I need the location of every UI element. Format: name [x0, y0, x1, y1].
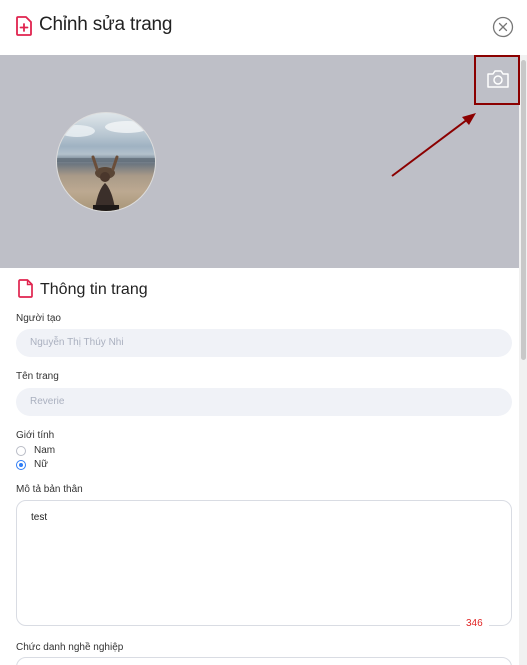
- gender-label: Giới tính: [16, 430, 55, 441]
- close-circle-icon[interactable]: [492, 16, 514, 38]
- page-name-field[interactable]: Reverie: [16, 388, 512, 416]
- gender-option-label: Nữ: [34, 459, 48, 470]
- annotation-arrow: [391, 113, 476, 177]
- radio-nu[interactable]: [16, 460, 26, 470]
- page-icon: [18, 279, 33, 298]
- radio-nam[interactable]: [16, 446, 26, 456]
- job-title-field[interactable]: [16, 657, 512, 665]
- modal-title: Chỉnh sửa trang: [39, 14, 173, 35]
- avatar[interactable]: [56, 112, 156, 212]
- scrollbar-thumb[interactable]: [521, 60, 526, 360]
- char-counter: 346: [460, 618, 489, 629]
- description-textarea[interactable]: test: [16, 500, 512, 626]
- page-plus-icon: [16, 16, 32, 36]
- job-title-label: Chức danh nghề nghiệp: [16, 642, 124, 653]
- gender-option-label: Nam: [34, 445, 56, 456]
- modal-header: Chỉnh sửa trang: [0, 0, 527, 55]
- section-title: Thông tin trang: [40, 281, 148, 298]
- description-label: Mô tả bản thân: [16, 484, 83, 495]
- creator-label: Người tạo: [16, 313, 61, 324]
- page-name-label: Tên trang: [16, 371, 59, 382]
- avatar-photo: [57, 121, 155, 211]
- camera-icon[interactable]: [486, 68, 510, 90]
- creator-field: Nguyễn Thị Thúy Nhi: [16, 329, 512, 357]
